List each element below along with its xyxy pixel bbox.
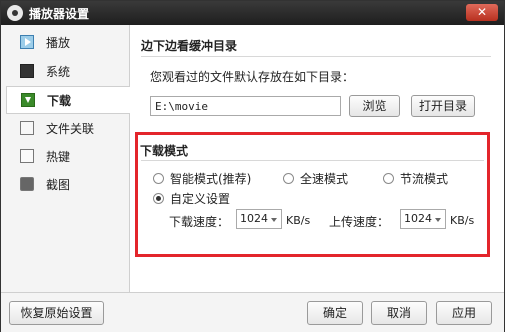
radio-dot bbox=[383, 173, 394, 184]
upload-speed-label: 上传速度： bbox=[329, 215, 390, 229]
radio-label: 节流模式 bbox=[400, 172, 449, 186]
cache-section-title: 边下边看缓冲目录 bbox=[141, 39, 238, 53]
radio-label: 全速模式 bbox=[300, 172, 349, 186]
file-association-icon bbox=[20, 121, 34, 135]
footer-bar: 恢复原始设置 确定 取消 应用 bbox=[1, 292, 504, 332]
download-speed-select[interactable]: 1024 bbox=[236, 209, 282, 229]
sidebar-item-download[interactable]: 下载 bbox=[6, 86, 130, 114]
download-speed-unit: KB/s bbox=[286, 214, 311, 227]
close-button[interactable]: ✕ bbox=[466, 4, 498, 21]
radio-dot-selected bbox=[153, 193, 164, 204]
section-divider bbox=[141, 160, 484, 161]
sidebar-item-play[interactable]: 播放 bbox=[6, 29, 128, 55]
radio-label: 智能模式(推荐) bbox=[170, 172, 252, 186]
download-speed-value: 1024 bbox=[240, 212, 268, 225]
sidebar-item-label: 播放 bbox=[46, 35, 71, 50]
chevron-down-icon bbox=[271, 218, 277, 222]
sidebar-item-label: 文件关联 bbox=[46, 121, 95, 136]
radio-dot bbox=[283, 173, 294, 184]
radio-label: 自定义设置 bbox=[170, 192, 231, 206]
sidebar-item-label: 截图 bbox=[46, 177, 71, 192]
camera-icon bbox=[20, 177, 34, 191]
radio-smart-mode[interactable]: 智能模式(推荐) bbox=[153, 170, 251, 187]
cache-hint-text: 您观看过的文件默认存放在如下目录： bbox=[150, 70, 355, 84]
sidebar-item-label: 系统 bbox=[46, 64, 71, 79]
radio-custom-mode[interactable]: 自定义设置 bbox=[153, 190, 230, 207]
upload-speed-value: 1024 bbox=[404, 212, 432, 225]
radio-throttle-mode[interactable]: 节流模式 bbox=[383, 170, 448, 187]
download-icon bbox=[21, 93, 35, 107]
upload-speed-unit: KB/s bbox=[450, 214, 475, 227]
player-logo-icon bbox=[7, 5, 23, 21]
cache-path-input[interactable]: E:\movie bbox=[150, 96, 341, 116]
play-icon bbox=[20, 35, 34, 49]
upload-speed-select[interactable]: 1024 bbox=[400, 209, 446, 229]
radio-dot bbox=[153, 173, 164, 184]
settings-sidebar: 播放 系统 下载 文件关联 热键 截图 bbox=[1, 25, 130, 292]
download-mode-title: 下载模式 bbox=[140, 144, 189, 158]
open-directory-button[interactable]: 打开目录 bbox=[411, 95, 475, 117]
system-icon bbox=[20, 64, 34, 78]
section-divider bbox=[141, 56, 491, 57]
sidebar-item-label: 热键 bbox=[46, 149, 71, 164]
sidebar-item-hotkey[interactable]: 热键 bbox=[6, 143, 128, 169]
settings-window: 播放器设置 ✕ 播放 系统 下载 文件关联 热键 截图 边下边看缓冲目录 您观看… bbox=[0, 0, 505, 332]
window-title: 播放器设置 bbox=[29, 7, 90, 21]
sidebar-item-file-association[interactable]: 文件关联 bbox=[6, 115, 128, 141]
ok-button[interactable]: 确定 bbox=[307, 301, 363, 325]
settings-content: 边下边看缓冲目录 您观看过的文件默认存放在如下目录： E:\movie 浏览 打… bbox=[131, 25, 504, 292]
apply-button[interactable]: 应用 bbox=[436, 301, 492, 325]
browse-button[interactable]: 浏览 bbox=[349, 95, 400, 117]
sidebar-item-label: 下载 bbox=[47, 93, 72, 108]
sidebar-item-screenshot[interactable]: 截图 bbox=[6, 171, 128, 197]
chevron-down-icon bbox=[435, 218, 441, 222]
download-speed-label: 下载速度： bbox=[169, 215, 230, 229]
sidebar-item-system[interactable]: 系统 bbox=[6, 58, 128, 84]
hotkey-icon bbox=[20, 149, 34, 163]
cancel-button[interactable]: 取消 bbox=[371, 301, 427, 325]
title-bar: 播放器设置 ✕ bbox=[1, 1, 504, 25]
restore-defaults-button[interactable]: 恢复原始设置 bbox=[9, 301, 104, 325]
radio-full-speed-mode[interactable]: 全速模式 bbox=[283, 170, 348, 187]
